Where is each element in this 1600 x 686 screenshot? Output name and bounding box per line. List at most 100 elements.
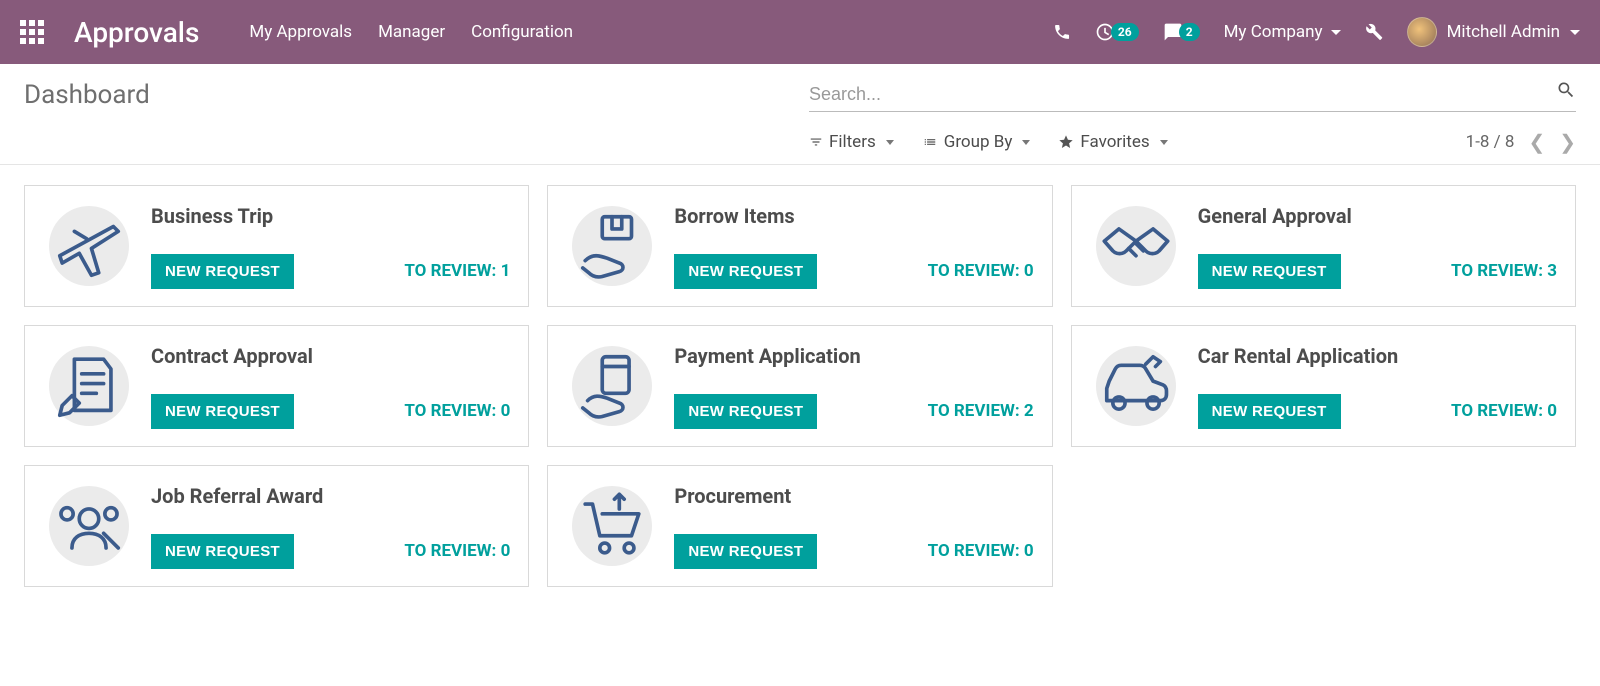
- avatar: [1407, 17, 1437, 47]
- card-body: Procurement NEW REQUEST TO REVIEW: 0: [674, 484, 1033, 569]
- approval-card: Procurement NEW REQUEST TO REVIEW: 0: [547, 465, 1052, 587]
- approval-card: General Approval NEW REQUEST TO REVIEW: 3: [1071, 185, 1576, 307]
- card-actions: NEW REQUEST TO REVIEW: 0: [674, 254, 1033, 289]
- company-switcher[interactable]: My Company: [1224, 22, 1341, 42]
- pager-next[interactable]: ❯: [1559, 130, 1576, 154]
- to-review-link[interactable]: TO REVIEW: 0: [404, 541, 510, 561]
- approval-card: Payment Application NEW REQUEST TO REVIEW:…: [547, 325, 1052, 447]
- filters-label: Filters: [829, 132, 876, 152]
- card-body: Borrow Items NEW REQUEST TO REVIEW: 0: [674, 204, 1033, 289]
- contract-icon: [43, 340, 135, 432]
- groupby-button[interactable]: Group By: [922, 132, 1031, 152]
- to-review-link[interactable]: TO REVIEW: 0: [928, 261, 1034, 281]
- nav-links: My Approvals Manager Configuration: [249, 22, 573, 42]
- filters-button[interactable]: Filters: [809, 132, 894, 152]
- activities-icon[interactable]: 26: [1095, 22, 1139, 42]
- pager: 1-8 / 8 ❮ ❯: [1466, 130, 1576, 154]
- card-title: Job Referral Award: [151, 484, 510, 508]
- card-body: Job Referral Award NEW REQUEST TO REVIEW: …: [151, 484, 510, 569]
- to-review-link[interactable]: TO REVIEW: 0: [1451, 401, 1557, 421]
- funnel-icon: [809, 135, 823, 149]
- star-icon: [1058, 134, 1074, 150]
- user-name: Mitchell Admin: [1447, 22, 1560, 42]
- search-wrap: [809, 80, 1576, 112]
- approval-card: Borrow Items NEW REQUEST TO REVIEW: 0: [547, 185, 1052, 307]
- company-name: My Company: [1224, 22, 1323, 42]
- pager-text: 1-8 / 8: [1466, 132, 1515, 152]
- card-actions: NEW REQUEST TO REVIEW: 3: [1198, 254, 1557, 289]
- card-actions: NEW REQUEST TO REVIEW: 0: [151, 394, 510, 429]
- apps-launcher-icon[interactable]: [20, 20, 44, 44]
- navbar-right: 26 2 My Company Mitchell Admin: [1053, 17, 1580, 47]
- card-body: General Approval NEW REQUEST TO REVIEW: 3: [1198, 204, 1557, 289]
- new-request-button[interactable]: NEW REQUEST: [1198, 394, 1341, 429]
- card-actions: NEW REQUEST TO REVIEW: 0: [151, 534, 510, 569]
- box-hand-icon: [566, 200, 658, 292]
- new-request-button[interactable]: NEW REQUEST: [674, 254, 817, 289]
- new-request-button[interactable]: NEW REQUEST: [1198, 254, 1341, 289]
- user-menu[interactable]: Mitchell Admin: [1407, 17, 1580, 47]
- messages-icon[interactable]: 2: [1163, 22, 1200, 42]
- people-icon: [43, 480, 135, 572]
- cards-grid: Business Trip NEW REQUEST TO REVIEW: 1 Borr…: [0, 165, 1600, 607]
- car-icon: [1090, 340, 1182, 432]
- card-title: Borrow Items: [674, 204, 1033, 228]
- chevron-down-icon: [886, 140, 894, 145]
- chevron-down-icon: [1331, 30, 1341, 35]
- card-body: Business Trip NEW REQUEST TO REVIEW: 1: [151, 204, 510, 289]
- messages-badge: 2: [1179, 23, 1200, 41]
- phone-icon[interactable]: [1053, 23, 1071, 41]
- filters-row: Filters Group By Favorites 1-8 / 8 ❮ ❯: [809, 130, 1576, 154]
- new-request-button[interactable]: NEW REQUEST: [151, 394, 294, 429]
- new-request-button[interactable]: NEW REQUEST: [674, 394, 817, 429]
- app-brand[interactable]: Approvals: [74, 16, 199, 49]
- new-request-button[interactable]: NEW REQUEST: [151, 254, 294, 289]
- plane-icon: [43, 200, 135, 292]
- approval-card: Contract Approval NEW REQUEST TO REVIEW: 0: [24, 325, 529, 447]
- new-request-button[interactable]: NEW REQUEST: [674, 534, 817, 569]
- debug-icon[interactable]: [1365, 23, 1383, 41]
- approval-card: Car Rental Application NEW REQUEST TO REVI…: [1071, 325, 1576, 447]
- to-review-link[interactable]: TO REVIEW: 3: [1451, 261, 1557, 281]
- card-title: General Approval: [1198, 204, 1557, 228]
- nav-configuration[interactable]: Configuration: [471, 22, 573, 42]
- card-title: Procurement: [674, 484, 1033, 508]
- groupby-label: Group By: [944, 132, 1013, 152]
- card-actions: NEW REQUEST TO REVIEW: 0: [1198, 394, 1557, 429]
- favorites-button[interactable]: Favorites: [1058, 132, 1167, 152]
- search-input[interactable]: [809, 80, 1576, 111]
- chevron-down-icon: [1570, 30, 1580, 35]
- search-icon[interactable]: [1556, 80, 1576, 104]
- card-hand-icon: [566, 340, 658, 432]
- nav-my-approvals[interactable]: My Approvals: [249, 22, 352, 42]
- card-body: Contract Approval NEW REQUEST TO REVIEW: 0: [151, 344, 510, 429]
- chevron-down-icon: [1022, 140, 1030, 145]
- control-bar: Dashboard Filters Group By Favorites: [0, 64, 1600, 154]
- approval-card: Job Referral Award NEW REQUEST TO REVIEW: …: [24, 465, 529, 587]
- to-review-link[interactable]: TO REVIEW: 1: [404, 261, 510, 281]
- page-title: Dashboard: [24, 80, 769, 110]
- approval-card: Business Trip NEW REQUEST TO REVIEW: 1: [24, 185, 529, 307]
- list-icon: [922, 135, 938, 149]
- card-body: Payment Application NEW REQUEST TO REVIEW:…: [674, 344, 1033, 429]
- chevron-down-icon: [1160, 140, 1168, 145]
- to-review-link[interactable]: TO REVIEW: 2: [928, 401, 1034, 421]
- card-actions: NEW REQUEST TO REVIEW: 0: [674, 534, 1033, 569]
- card-actions: NEW REQUEST TO REVIEW: 2: [674, 394, 1033, 429]
- activities-badge: 26: [1111, 23, 1139, 41]
- handshake-icon: [1090, 200, 1182, 292]
- card-body: Car Rental Application NEW REQUEST TO REVI…: [1198, 344, 1557, 429]
- favorites-label: Favorites: [1080, 132, 1149, 152]
- cart-icon: [566, 480, 658, 572]
- card-title: Car Rental Application: [1198, 344, 1557, 368]
- new-request-button[interactable]: NEW REQUEST: [151, 534, 294, 569]
- card-actions: NEW REQUEST TO REVIEW: 1: [151, 254, 510, 289]
- to-review-link[interactable]: TO REVIEW: 0: [928, 541, 1034, 561]
- pager-prev[interactable]: ❮: [1528, 130, 1545, 154]
- nav-manager[interactable]: Manager: [378, 22, 445, 42]
- top-navbar: Approvals My Approvals Manager Configura…: [0, 0, 1600, 64]
- card-title: Payment Application: [674, 344, 1033, 368]
- to-review-link[interactable]: TO REVIEW: 0: [404, 401, 510, 421]
- card-title: Business Trip: [151, 204, 510, 228]
- card-title: Contract Approval: [151, 344, 510, 368]
